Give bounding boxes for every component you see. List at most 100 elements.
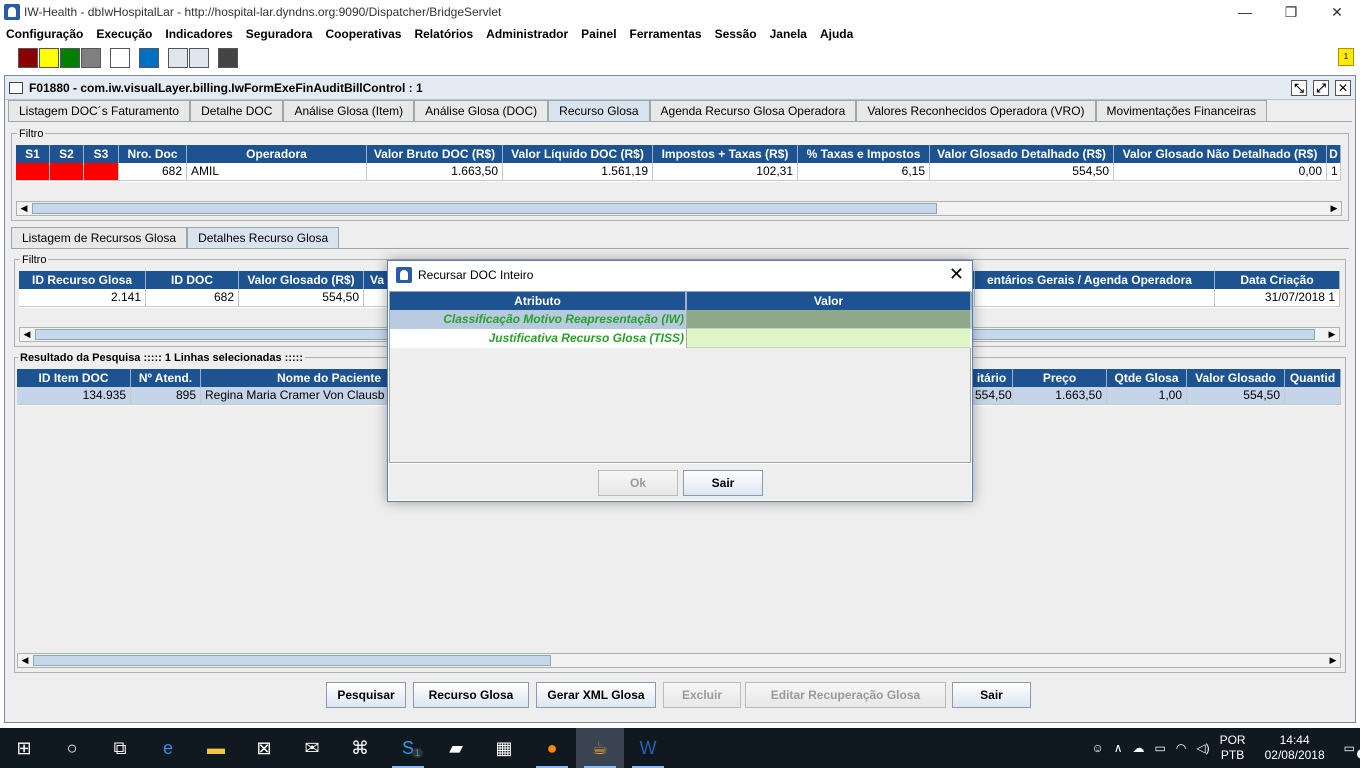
color-green-button[interactable]: [60, 48, 80, 68]
tray-chevron-icon[interactable]: ∧: [1114, 741, 1123, 755]
menu-indicadores[interactable]: Indicadores: [165, 27, 232, 41]
table-row[interactable]: 682 AMIL 1.663,50 1.561,19 102,31 6,15 5…: [16, 163, 1341, 181]
color-gray-button[interactable]: [81, 48, 101, 68]
scroll-left-arrow[interactable]: ◀: [18, 654, 32, 667]
pesquisar-button[interactable]: Pesquisar: [326, 682, 406, 708]
window-list-icon[interactable]: [189, 48, 209, 68]
editar-recuperacao-button[interactable]: Editar Recuperação Glosa: [745, 682, 946, 708]
color-white-button[interactable]: [110, 48, 130, 68]
col-valor-glosado-nao-detalhado[interactable]: Valor Glosado Não Detalhado (R$): [1114, 145, 1327, 163]
col-valor-glosado-detalhado[interactable]: Valor Glosado Detalhado (R$): [930, 145, 1114, 163]
col-s2[interactable]: S2: [50, 145, 84, 163]
mail-icon[interactable]: ✉: [288, 728, 336, 768]
col-comentarios[interactable]: entários Gerais / Agenda Operadora: [975, 271, 1215, 289]
clock[interactable]: 14:44 02/08/2018: [1265, 733, 1325, 763]
col-id-doc[interactable]: ID DOC: [146, 271, 239, 289]
sair-button[interactable]: Sair: [952, 682, 1031, 708]
menu-sessao[interactable]: Sessão: [715, 27, 757, 41]
tab-listagem-docs[interactable]: Listagem DOC´s Faturamento: [8, 100, 191, 121]
frame-maximize-icon[interactable]: ⤢: [1313, 80, 1329, 96]
menu-administrador[interactable]: Administrador: [486, 27, 568, 41]
store-icon[interactable]: ⊠: [240, 728, 288, 768]
scroll-right-arrow[interactable]: ▶: [1327, 202, 1341, 215]
table-row[interactable]: Classificação Motivo Reapresentação (IW): [390, 310, 972, 329]
calendar-icon[interactable]: ▦: [480, 728, 528, 768]
col-valor-liquido[interactable]: Valor Líquido DOC (R$): [503, 145, 653, 163]
scroll-right-arrow[interactable]: ▶: [1326, 654, 1340, 667]
col-d[interactable]: D: [1327, 145, 1341, 163]
dialog-close-icon[interactable]: ✕: [949, 265, 964, 283]
frame-restore-icon[interactable]: ⤡: [1291, 80, 1307, 96]
result-table-scrollbar[interactable]: ◀ ▶: [17, 653, 1341, 668]
close-button[interactable]: ✕: [1314, 0, 1360, 24]
dialog-sair-button[interactable]: Sair: [683, 470, 763, 496]
task-view-icon[interactable]: ⧉: [96, 728, 144, 768]
col-valor-bruto[interactable]: Valor Bruto DOC (R$): [367, 145, 503, 163]
col-nro-doc[interactable]: Nro. Doc: [119, 145, 187, 163]
menu-painel[interactable]: Painel: [581, 27, 616, 41]
col-qtde-glosa[interactable]: Qtde Glosa: [1107, 369, 1187, 387]
menu-execucao[interactable]: Execução: [96, 27, 152, 41]
color-blue-button[interactable]: [139, 48, 159, 68]
col-atributo[interactable]: Atributo: [390, 292, 687, 310]
tab-analise-glosa-item[interactable]: Análise Glosa (Item): [283, 100, 415, 121]
action-center-icon[interactable]: ▭24: [1344, 741, 1360, 759]
onedrive-icon[interactable]: ☁: [1133, 741, 1145, 755]
col-percent-taxas[interactable]: % Taxas e Impostos: [798, 145, 930, 163]
tab-analise-glosa-doc[interactable]: Análise Glosa (DOC): [414, 100, 549, 121]
minimize-button[interactable]: —: [1222, 0, 1268, 24]
menu-ajuda[interactable]: Ajuda: [820, 27, 853, 41]
tab-recurso-glosa[interactable]: Recurso Glosa: [548, 100, 650, 121]
tab-movimentacoes[interactable]: Movimentações Financeiras: [1095, 100, 1267, 121]
menu-ferramentas[interactable]: Ferramentas: [630, 27, 702, 41]
col-id-recurso[interactable]: ID Recurso Glosa: [19, 271, 146, 289]
excluir-button[interactable]: Excluir: [663, 682, 741, 708]
notes-icon[interactable]: 1: [1338, 48, 1354, 66]
volume-icon[interactable]: ◁): [1196, 741, 1209, 755]
col-preco[interactable]: Preço: [1013, 369, 1107, 387]
scroll-left-arrow[interactable]: ◀: [20, 328, 34, 341]
recurso-glosa-button[interactable]: Recurso Glosa: [413, 682, 529, 708]
word-icon[interactable]: W: [624, 728, 672, 768]
dark-square-button[interactable]: [218, 48, 238, 68]
col-operadora[interactable]: Operadora: [187, 145, 367, 163]
col-valor-glosado[interactable]: Valor Glosado: [1187, 369, 1285, 387]
network-app-icon[interactable]: ⌘: [336, 728, 384, 768]
tab-detalhe-doc[interactable]: Detalhe DOC: [190, 100, 284, 121]
col-id-item-doc[interactable]: ID Item DOC: [17, 369, 131, 387]
tree-view-icon[interactable]: [168, 48, 188, 68]
scroll-thumb[interactable]: [33, 655, 551, 666]
table-row[interactable]: Justificativa Recurso Glosa (TISS): [390, 329, 972, 348]
justificativa-value-field[interactable]: [687, 329, 970, 348]
doc-table-scrollbar[interactable]: ◀ ▶: [16, 201, 1342, 216]
tab-agenda-recurso[interactable]: Agenda Recurso Glosa Operadora: [649, 100, 857, 121]
file-explorer-icon[interactable]: ▬: [192, 728, 240, 768]
scroll-thumb[interactable]: [32, 203, 937, 214]
color-yellow-button[interactable]: [39, 48, 59, 68]
col-s3[interactable]: S3: [84, 145, 119, 163]
scroll-left-arrow[interactable]: ◀: [17, 202, 31, 215]
menu-cooperativas[interactable]: Cooperativas: [325, 27, 401, 41]
col-impostos-taxas[interactable]: Impostos + Taxas (R$): [653, 145, 798, 163]
input-language[interactable]: POR PTB: [1220, 733, 1246, 763]
firefox-icon[interactable]: ●: [528, 728, 576, 768]
people-icon[interactable]: ☺: [1091, 741, 1103, 755]
color-dark-red-button[interactable]: [18, 48, 38, 68]
menu-relatorios[interactable]: Relatórios: [414, 27, 473, 41]
tab-listagem-recursos[interactable]: Listagem de Recursos Glosa: [11, 227, 188, 248]
menu-janela[interactable]: Janela: [770, 27, 807, 41]
col-valor[interactable]: Valor: [687, 292, 972, 310]
menu-configuracao[interactable]: Configuração: [6, 27, 83, 41]
gerar-xml-glosa-button[interactable]: Gerar XML Glosa: [536, 682, 656, 708]
wifi-icon[interactable]: ◠: [1176, 741, 1186, 755]
battery-icon[interactable]: ▭: [1155, 741, 1166, 755]
maximize-button[interactable]: ❐: [1268, 0, 1314, 24]
col-valor-glosado[interactable]: Valor Glosado (R$): [239, 271, 364, 289]
col-quantidade[interactable]: Quantid: [1285, 369, 1341, 387]
tab-valores-reconhecidos[interactable]: Valores Reconhecidos Operadora (VRO): [856, 100, 1096, 121]
notes-app-icon[interactable]: ▰: [432, 728, 480, 768]
windows-start-icon[interactable]: ⊞: [0, 728, 48, 768]
search-icon[interactable]: ○: [48, 728, 96, 768]
menu-seguradora[interactable]: Seguradora: [246, 27, 313, 41]
tab-detalhes-recurso[interactable]: Detalhes Recurso Glosa: [187, 227, 340, 248]
